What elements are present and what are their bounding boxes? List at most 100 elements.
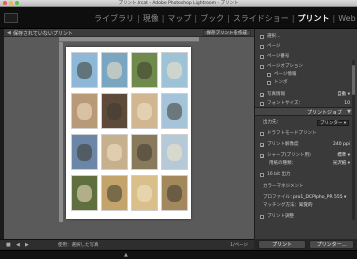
bit-depth-label: 16 bit 出力 [267,172,291,177]
panel-row: 選択… [255,33,354,41]
print-photo-cell[interactable] [161,134,188,170]
print-photo-cell[interactable] [71,93,98,129]
panel-row-checkbox[interactable] [260,65,264,69]
filmstrip-toggle-icon[interactable]: ▲ [124,252,128,258]
profile-label: プロファイル： [263,195,295,200]
print-photo-cell[interactable] [71,52,98,88]
right-panel-scrollbar[interactable] [352,60,355,220]
print-button[interactable]: プリント [258,240,306,249]
resolution-label: プリント解像度 [267,142,299,147]
print-photo-cell[interactable] [131,52,158,88]
media-type-value[interactable]: 光沢紙 ▾ [333,160,350,168]
print-photo-cell[interactable] [161,175,188,211]
prev-page-icon[interactable]: ◀ [16,242,20,248]
draft-mode-row: ドラフトモードプリント [255,130,354,138]
photo-content [107,61,122,79]
profile-row: プロファイル： pro1_DCPlpho_PR 555 ▾ [255,194,354,202]
print-photo-cell[interactable] [71,175,98,211]
photo-content [167,184,182,202]
intent-value[interactable]: 知覚的 [299,202,313,210]
print-to-dropdown[interactable]: プリンター ▾ [317,120,350,126]
photo-content [77,61,92,79]
bottom-toolbar: ■ ◀ ▶ 使用：選択した写真 1/ページ [0,239,254,249]
module-1[interactable]: 現像 [143,14,159,23]
panel-row: ページ [255,43,354,51]
color-management-label: カラーマネジメント [263,184,304,189]
create-saved-print-button[interactable]: 保存プリントを作成 [202,30,251,36]
next-page-icon[interactable]: ▶ [25,242,29,248]
bit-depth-checkbox[interactable] [260,173,264,177]
print-photo-cell[interactable] [131,134,158,170]
lightroom-window: プリント.lrcat - Adobe Photoshop Lightroom -… [0,0,357,259]
panel-row-label: 写真情報 [267,92,285,97]
panel-row-checkbox[interactable] [260,55,264,59]
profile-dropdown[interactable]: pro1_DCPlpho_PR 555 ▾ [293,194,346,202]
ruler-left [59,42,63,222]
module-0[interactable]: ライブラリ [94,14,134,23]
panel-row-value[interactable]: 自動 ▾ [337,91,350,99]
ruler-top [59,37,199,42]
print-photo-cell[interactable] [161,52,188,88]
panel-row: ページ情報 [255,71,354,79]
photo-content [77,102,92,120]
panel-row-checkbox[interactable] [260,102,264,106]
panel-row-checkbox[interactable] [267,73,271,77]
print-photo-cell[interactable] [71,134,98,170]
print-photo-cell[interactable] [101,93,128,129]
panel-row-checkbox[interactable] [260,45,264,49]
module-separator: | [161,14,165,23]
media-type-label: 用紙の種類： [269,161,296,166]
photo-content [107,102,122,120]
sharpen-value[interactable]: 標準 ▾ [337,152,350,160]
work-area-header: ◀ 保存されていないプリント 保存プリントを作成 [4,29,254,37]
module-5[interactable]: プリント [298,14,330,23]
print-to-label: 出力先： [263,120,281,125]
print-adjust-checkbox[interactable] [260,215,264,219]
photo-content [107,184,122,202]
print-photo-cell[interactable] [161,93,188,129]
module-6[interactable]: Web [338,14,355,23]
photo-content [137,143,152,161]
photo-content [137,61,152,79]
scrollbar-thumb[interactable] [352,65,355,95]
section-triangle-icon: ▼ [347,109,351,115]
module-picker: ライブラリ | 現像 | マップ | ブック | スライドショー | プリント | Web [94,14,356,23]
resolution-value[interactable]: 240 ppi [333,141,350,149]
photo-content [167,102,182,120]
module-4[interactable]: スライドショー [233,14,289,23]
printer-button[interactable]: プリンター... [309,240,354,249]
photo-content [167,61,182,79]
print-photo-cell[interactable] [131,93,158,129]
panel-row-checkbox[interactable] [267,81,271,85]
module-2[interactable]: マップ [167,14,191,23]
module-separator: | [332,14,336,23]
module-separator: | [194,14,198,23]
photo-content [107,143,122,161]
print-job-section-header[interactable]: プリントジョブ ▼ [255,107,354,116]
panel-row-label: トンボ [274,80,288,85]
print-adjust-label: プリント調整 [267,214,294,219]
use-selection-label[interactable]: 使用：選択した写真 [58,242,99,248]
stop-icon[interactable]: ■ [6,242,11,248]
print-photo-cell[interactable] [101,52,128,88]
sharpen-checkbox[interactable]: ✓ [260,154,264,159]
photo-content [77,184,92,202]
print-page [66,47,191,219]
resolution-checkbox[interactable]: ✓ [260,143,264,148]
module-3[interactable]: ブック [200,14,224,23]
draft-mode-checkbox[interactable] [260,132,264,136]
bit-depth-row: 16 bit 出力 [255,171,354,179]
module-separator: | [137,14,140,23]
print-adjust-row: プリント調整 [255,213,354,221]
panel-row-checkbox[interactable]: ✓ [260,93,264,98]
resolution-row: ✓ プリント解像度 240 ppi [255,141,354,149]
print-to-row: 出力先： プリンター ▾ [255,119,354,127]
print-photo-cell[interactable] [101,134,128,170]
media-type-row: 用紙の種類： 光沢紙 ▾ [255,160,354,168]
panel-row-checkbox[interactable] [260,35,264,39]
print-photo-cell[interactable] [131,175,158,211]
collapse-chevron-icon[interactable]: ◀ [7,30,11,36]
right-panel: 選択… ページ ページ番号 ページオプション ページ情報 トンボ ✓ 写真情報 自動 ▾ フォント… [254,29,357,239]
panel-row: トンボ [255,79,354,87]
print-photo-cell[interactable] [101,175,128,211]
